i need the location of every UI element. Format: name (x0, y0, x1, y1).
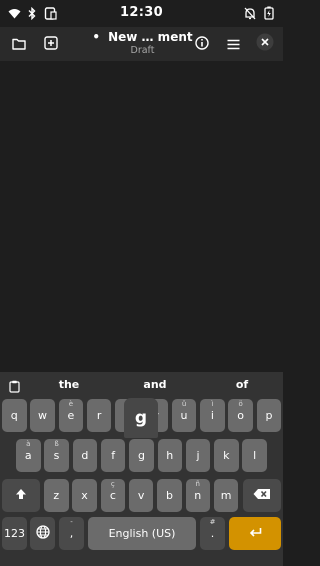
globe-icon (35, 525, 50, 542)
key-s-alt-char: ß (54, 440, 59, 448)
period-key-alt-char: # (209, 518, 216, 526)
enter-key[interactable] (229, 517, 281, 550)
key-a-label: a (24, 449, 32, 462)
comma-key-label: , (69, 527, 74, 540)
close-window-button[interactable] (251, 30, 279, 58)
key-m[interactable]: m (213, 479, 239, 512)
key-c-label: c (109, 489, 116, 502)
key-v[interactable]: v (128, 479, 154, 512)
key-i[interactable]: ìi (200, 399, 225, 432)
space-key[interactable]: English (US) (88, 517, 196, 550)
backspace-key[interactable] (243, 479, 281, 512)
suggestion-3[interactable]: of (212, 378, 272, 391)
key-e-alt-char: è (68, 400, 73, 408)
key-c[interactable]: çc (100, 479, 126, 512)
key-x-label: x (81, 489, 88, 502)
key-l[interactable]: l (242, 439, 267, 472)
key-o-label: o (237, 409, 244, 422)
document-info-button[interactable] (188, 30, 216, 58)
comma-key-alt-char: - (70, 518, 73, 526)
comma-key[interactable]: -, (59, 517, 84, 550)
backspace-icon (253, 488, 271, 503)
document-title-text: New … ment (108, 30, 193, 44)
key-o-alt-char: ö (238, 400, 243, 408)
key-e-label: e (67, 409, 75, 422)
key-z[interactable]: z (44, 479, 69, 512)
key-n-label: n (194, 489, 202, 502)
key-l-label: l (253, 449, 257, 462)
suggestion-2[interactable]: and (125, 378, 185, 391)
main-menu-button[interactable] (219, 30, 247, 58)
folder-icon (12, 35, 26, 54)
key-h[interactable]: h (157, 439, 182, 472)
close-icon (256, 33, 274, 55)
enter-icon (249, 527, 262, 541)
battery-charging-icon (263, 5, 275, 21)
key-r-label: r (96, 409, 102, 422)
key-a-alt-char: à (26, 440, 31, 448)
key-d-label: d (81, 449, 89, 462)
key-j[interactable]: j (185, 439, 211, 472)
key-q[interactable]: q (2, 399, 27, 432)
key-x[interactable]: x (72, 479, 97, 512)
clipboard-icon[interactable] (9, 378, 20, 397)
key-w-label: w (38, 409, 48, 422)
shift-key[interactable] (2, 479, 40, 512)
info-icon (195, 35, 209, 54)
key-s-label: s (53, 449, 60, 462)
period-key-label: . (210, 527, 215, 540)
text-editor-area[interactable] (0, 61, 283, 372)
period-key[interactable]: #. (200, 517, 225, 550)
key-w[interactable]: w (30, 399, 55, 432)
key-g-label: g (137, 449, 145, 462)
key-j-label: j (196, 449, 200, 462)
clock: 12:30 (120, 5, 163, 20)
key-q-label: q (10, 409, 18, 422)
key-i-label: i (210, 409, 214, 422)
shift-icon (15, 488, 27, 503)
numbers-key-label: 123 (4, 527, 25, 540)
status-bar: 12:30 (0, 0, 283, 27)
add-icon (44, 35, 58, 54)
header-bar: • New … ment Draft (0, 27, 283, 61)
suggestion-1[interactable]: the (39, 378, 99, 391)
numbers-key[interactable]: 123 (2, 517, 27, 550)
key-u-alt-char: û (181, 400, 187, 408)
key-o[interactable]: öo (228, 399, 253, 432)
key-u[interactable]: ûu (171, 399, 197, 432)
key-r[interactable]: r (86, 399, 112, 432)
key-u-label: u (180, 409, 188, 422)
key-c-alt-char: ç (110, 480, 115, 488)
key-i-alt-char: ì (211, 400, 214, 408)
key-b[interactable]: b (157, 479, 182, 512)
key-b-label: b (165, 489, 173, 502)
menu-icon (227, 35, 240, 54)
key-m-label: m (220, 489, 232, 502)
key-n[interactable]: ñn (185, 479, 210, 512)
key-a[interactable]: àa (16, 439, 41, 472)
open-folder-button[interactable] (5, 30, 33, 58)
key-f[interactable]: f (100, 439, 126, 472)
key-p[interactable]: p (256, 399, 282, 432)
space-key-label: English (US) (108, 527, 176, 540)
language-key[interactable] (30, 517, 55, 550)
notifications-off-icon (243, 5, 257, 21)
key-k[interactable]: k (214, 439, 239, 472)
new-document-button[interactable] (37, 30, 65, 58)
key-k-label: k (223, 449, 230, 462)
key-h-label: h (166, 449, 174, 462)
key-e[interactable]: èe (58, 399, 84, 432)
key-popup-preview: g (124, 398, 158, 438)
key-d[interactable]: d (72, 439, 98, 472)
key-s[interactable]: ßs (44, 439, 69, 472)
unsaved-indicator: • (92, 30, 101, 44)
key-n-alt-char: ñ (195, 480, 200, 488)
suggestion-bar: the and of (0, 372, 283, 396)
key-g[interactable]: g (129, 439, 154, 472)
key-p-label: p (265, 409, 273, 422)
key-z-label: z (53, 489, 60, 502)
key-f-label: f (111, 449, 116, 462)
key-v-label: v (137, 489, 145, 502)
